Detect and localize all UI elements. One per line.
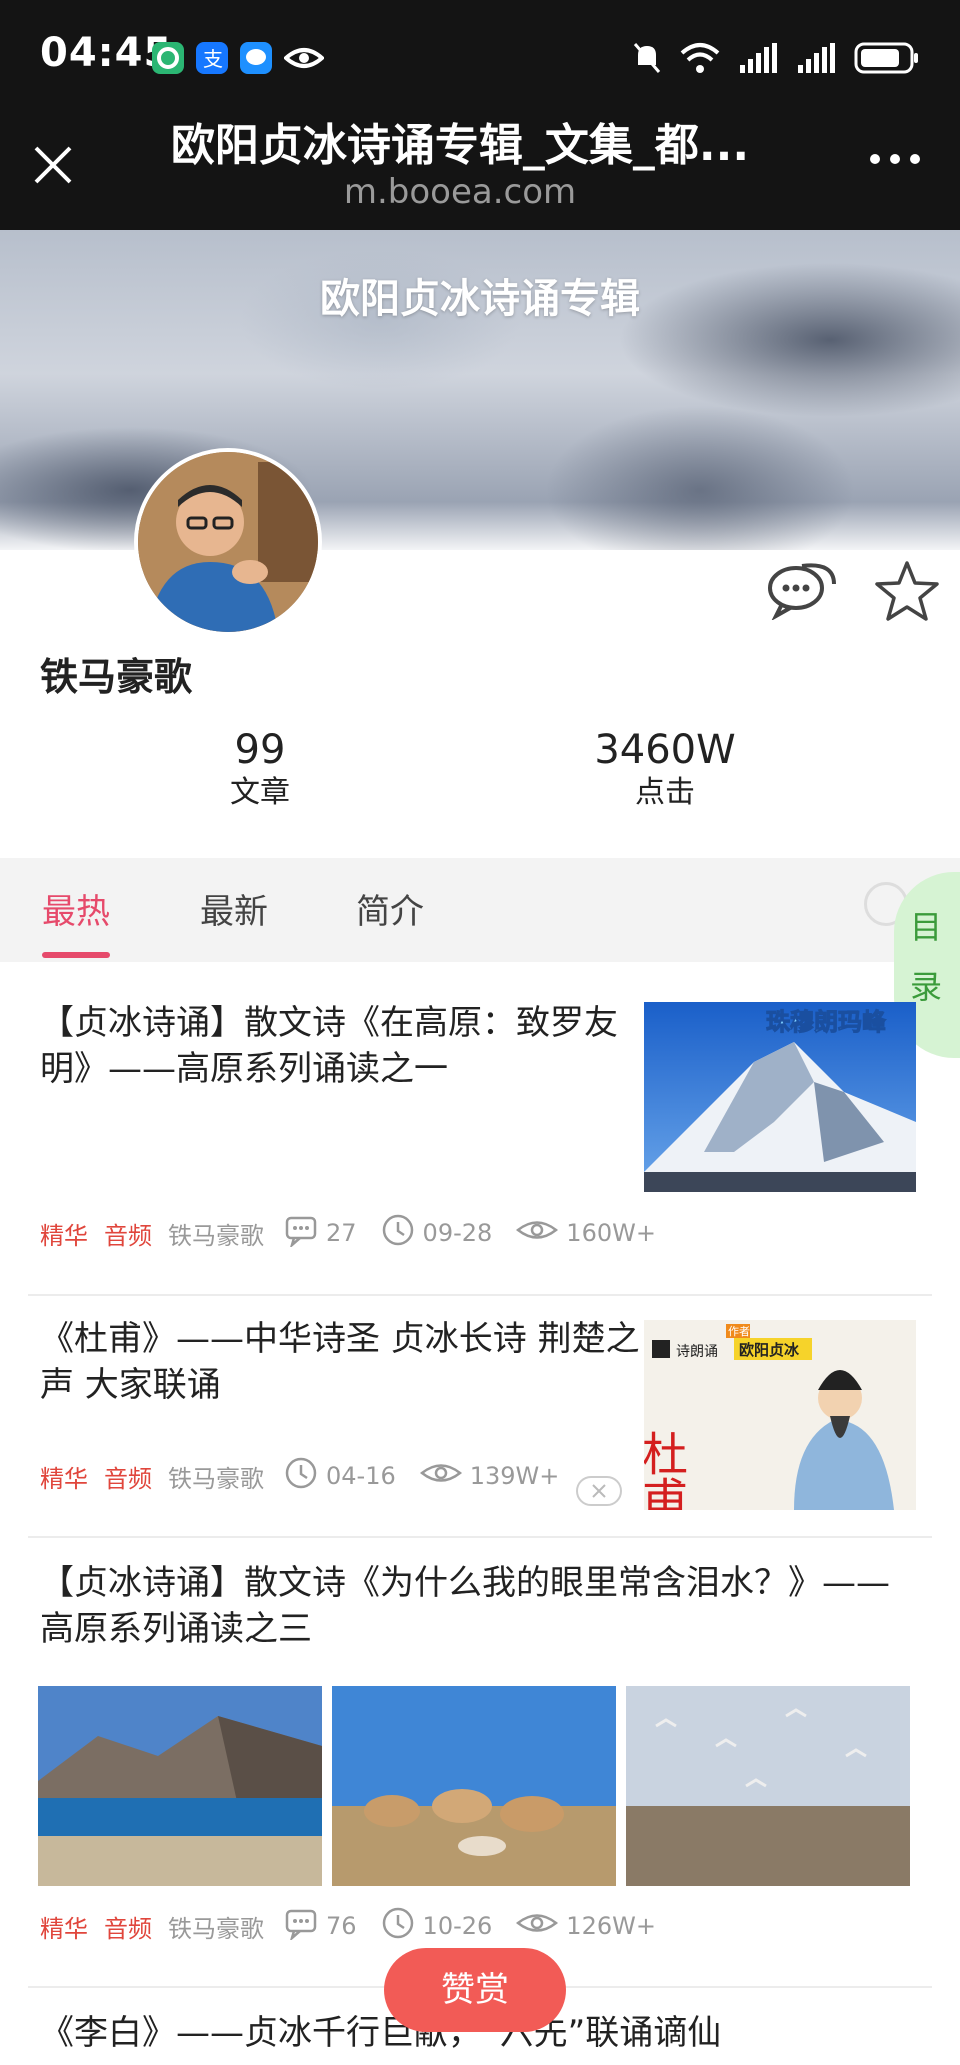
article-title[interactable]: 《杜甫》——中华诗圣 贞冰长诗 荆楚之声 大家联诵 <box>40 1316 640 1408</box>
article-thumbnail[interactable] <box>38 1686 322 1886</box>
tab-bar: 最热 最新 简介 <box>0 858 960 962</box>
chat-bubbles-icon <box>768 563 836 621</box>
more-dot-icon <box>910 154 920 164</box>
active-tab-indicator <box>42 952 110 958</box>
view-count: 160W+ <box>566 1219 656 1247</box>
star-icon <box>875 561 939 621</box>
status-right-icons <box>632 36 920 80</box>
tab-hottest[interactable]: 最热 <box>42 884 110 933</box>
reward-button[interactable]: 赞赏 <box>384 1948 566 2032</box>
page-title: 欧阳贞冰诗诵专辑_文集_都... <box>170 120 750 171</box>
birds-image <box>626 1686 910 1886</box>
stat-articles[interactable]: 99 文章 <box>160 726 360 812</box>
views-icon <box>516 1908 559 1944</box>
more-dot-icon <box>870 154 880 164</box>
close-icon <box>34 146 72 184</box>
tag-featured: 精华 <box>40 1464 88 1493</box>
tab-intro[interactable]: 简介 <box>356 884 424 933</box>
toc-label: 目 <box>910 908 943 946</box>
antelopes-image <box>332 1686 616 1886</box>
comment-button[interactable] <box>766 556 838 621</box>
mountain-image: 珠穆朗玛峰 <box>644 1002 916 1192</box>
article-thumbnail[interactable] <box>332 1686 616 1886</box>
avatar[interactable] <box>134 448 322 636</box>
signal-1-icon <box>740 43 777 73</box>
article-date: 04-16 <box>326 1462 396 1490</box>
divider <box>28 1536 932 1538</box>
banner-title: 欧阳贞冰诗诵专辑 <box>320 276 640 322</box>
article-meta: 精华 音频 铁马豪歌 76 10-26 126W+ <box>40 1906 674 1946</box>
tag-featured: 精华 <box>40 1914 88 1943</box>
article-date: 10-26 <box>422 1912 493 1940</box>
browser-title-bar: 欧阳贞冰诗诵专辑_文集_都... m.booea.com <box>0 112 960 230</box>
stat-label: 文章 <box>230 775 290 810</box>
views-icon <box>516 1215 559 1251</box>
status-bar: 04:45 支 <box>0 0 960 112</box>
app-green-icon <box>152 42 184 74</box>
article-title[interactable]: 【贞冰诗诵】散文诗《在高原：致罗友明》——高原系列诵读之一 <box>40 1000 640 1092</box>
dismiss-button[interactable] <box>576 1476 622 1506</box>
du-fu-poster-image: 诗朗诵 作者 欧阳贞冰 杜甫 <box>644 1320 916 1510</box>
divider <box>28 1294 932 1296</box>
comment-icon <box>284 1906 318 1946</box>
avatar-portrait <box>138 452 318 632</box>
thumb-name: 杜甫 <box>644 1430 689 1510</box>
stat-value: 3460W <box>594 727 736 773</box>
comment-count: 76 <box>326 1912 357 1940</box>
mute-icon <box>633 43 661 73</box>
lake-mountain-image <box>38 1686 322 1886</box>
article-thumbnail[interactable] <box>626 1686 910 1886</box>
thumb-badge: 作者 <box>728 1325 750 1338</box>
thumb-caption: 珠穆朗玛峰 <box>766 1008 886 1036</box>
view-count: 139W+ <box>469 1462 560 1490</box>
svg-text:支: 支 <box>203 47 223 71</box>
stat-label: 点击 <box>635 775 695 810</box>
alipay-icon: 支 <box>196 42 228 74</box>
tag-featured: 精华 <box>40 1221 88 1250</box>
views-icon <box>419 1458 462 1494</box>
article-thumbnail[interactable]: 诗朗诵 作者 欧阳贞冰 杜甫 <box>644 1320 916 1510</box>
article-date: 09-28 <box>422 1219 493 1247</box>
signal-2-icon <box>798 43 835 73</box>
article-author: 铁马豪歌 <box>168 1914 264 1943</box>
tag-audio: 音频 <box>104 1914 152 1943</box>
clock-icon <box>381 1906 415 1946</box>
stat-clicks[interactable]: 3460W 点击 <box>565 726 765 812</box>
article-author: 铁马豪歌 <box>168 1464 264 1493</box>
thumb-author: 欧阳贞冰 <box>739 1341 800 1359</box>
close-button[interactable] <box>30 142 76 188</box>
article-thumbnail[interactable]: 珠穆朗玛峰 <box>644 1002 916 1192</box>
thumb-brand: 诗朗诵 <box>676 1344 718 1360</box>
article-meta: 精华 音频 铁马豪歌 04-16 139W+ <box>40 1456 577 1496</box>
more-button[interactable] <box>870 154 920 164</box>
tag-audio: 音频 <box>104 1221 152 1250</box>
article-author: 铁马豪歌 <box>168 1221 264 1250</box>
clock-icon <box>284 1456 318 1496</box>
message-icon <box>240 42 272 74</box>
page-domain: m.booea.com <box>343 172 577 212</box>
comment-icon <box>284 1213 318 1253</box>
tag-audio: 音频 <box>104 1464 152 1493</box>
tab-latest[interactable]: 最新 <box>200 884 268 933</box>
more-dot-icon <box>890 154 900 164</box>
stat-value: 99 <box>234 727 286 773</box>
favorite-button[interactable] <box>874 560 940 622</box>
eye-icon <box>282 42 326 74</box>
battery-icon <box>854 42 918 74</box>
clock-icon <box>381 1213 415 1253</box>
article-title[interactable]: 【贞冰诗诵】散文诗《为什么我的眼里常含泪水？》——高原系列诵读之三 <box>40 1560 920 1652</box>
view-count: 126W+ <box>566 1912 656 1940</box>
comment-count: 27 <box>326 1219 357 1247</box>
wifi-icon <box>680 43 720 73</box>
article-meta: 精华 音频 铁马豪歌 27 09-28 160W+ <box>40 1213 674 1253</box>
close-icon <box>592 1484 606 1498</box>
author-name: 铁马豪歌 <box>40 655 193 699</box>
